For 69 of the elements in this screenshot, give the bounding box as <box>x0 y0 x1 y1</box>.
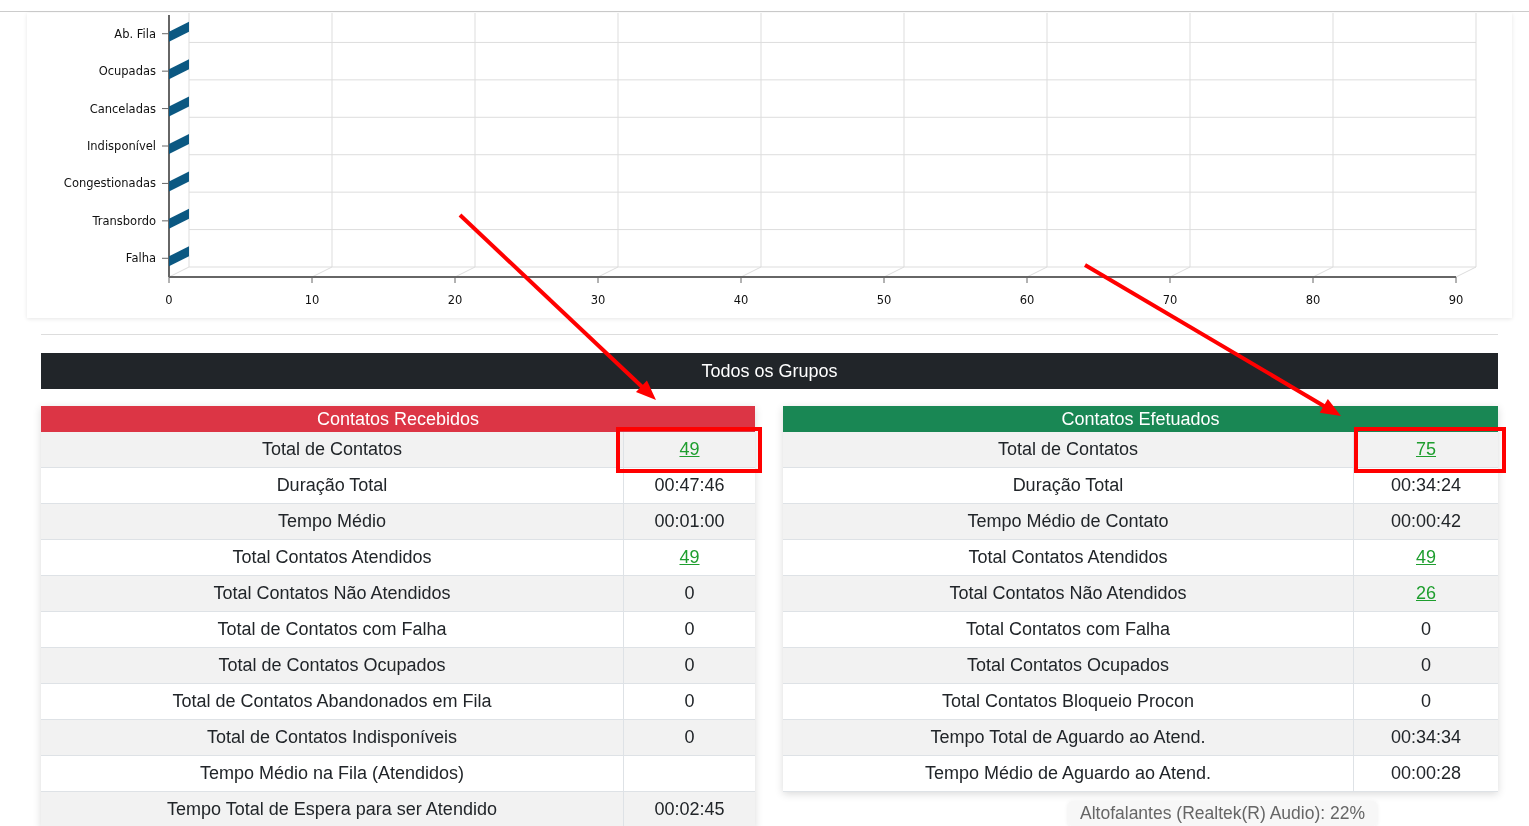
axis-label: Ab. Fila <box>114 26 156 41</box>
row-value: 00:00:28 <box>1390 763 1462 784</box>
row-label: Total Contatos Atendidos <box>968 547 1168 568</box>
tick-label: 70 <box>1162 293 1178 307</box>
section-header: Todos os Grupos <box>41 353 1498 389</box>
row-label: Total de Contatos <box>997 439 1139 460</box>
value-link[interactable]: 49 <box>679 439 700 460</box>
row-label: Tempo Médio de Aguardo ao Atend. <box>924 763 1212 784</box>
value-link[interactable]: 26 <box>1416 583 1436 604</box>
tick-label: 40 <box>733 293 749 307</box>
axis-label: Indisponível <box>86 139 156 153</box>
row-label: Total de Contatos com Falha <box>217 619 447 640</box>
bar <box>169 208 189 229</box>
bar <box>169 21 189 42</box>
tick-label: 90 <box>1448 293 1464 307</box>
row-label: Duração Total <box>1012 475 1124 496</box>
row-value: 00:01:00 <box>654 511 725 532</box>
bar <box>169 96 189 117</box>
tick-label: 0 <box>165 293 173 307</box>
bar <box>169 59 189 80</box>
table-header: Contatos Recebidos <box>41 406 755 432</box>
axis-label: Transbordo <box>92 213 156 228</box>
tick-label: 60 <box>1019 293 1035 307</box>
row-label: Total de Contatos <box>261 439 403 460</box>
row-label: Total de Contatos Abandonados em Fila <box>172 691 492 712</box>
bar <box>169 134 189 154</box>
axis-label: Congestionadas <box>63 176 156 191</box>
row-label: Total de Contatos Ocupados <box>218 655 446 676</box>
row-label: Total de Contatos Indisponíveis <box>206 727 458 748</box>
row-label: Duração Total <box>276 475 388 496</box>
tick-label: 30 <box>590 293 606 307</box>
row-label: Tempo Médio <box>277 511 387 532</box>
tick-label: 20 <box>447 293 463 307</box>
tooltip: Altofalantes (Realtek(R) Audio): 22% <box>1068 801 1377 826</box>
row-value: 0 <box>1421 655 1431 676</box>
row-value: 0 <box>684 727 695 748</box>
row-label: Tempo Médio de Contato <box>967 511 1169 532</box>
row-value: 0 <box>684 691 695 712</box>
tick-label: 10 <box>304 293 320 307</box>
row-label: Total Contatos Não Atendidos <box>949 583 1187 604</box>
row-value: 00:02:45 <box>654 799 725 820</box>
row-label: Total Contatos Atendidos <box>232 547 432 568</box>
row-value: 0 <box>1421 619 1431 640</box>
row-value: 00:34:34 <box>1390 727 1462 748</box>
row-value: 0 <box>684 583 695 604</box>
row-value: 00:47:46 <box>654 475 725 496</box>
row-label: Total Contatos Ocupados <box>966 655 1170 676</box>
row-label: Tempo Total de Espera para ser Atendido <box>167 799 497 820</box>
value-link[interactable]: 49 <box>679 547 700 568</box>
row-label: Total Contatos Bloqueio Procon <box>941 691 1195 712</box>
bar <box>169 246 189 267</box>
row-label: Tempo Total de Aguardo ao Atend. <box>930 727 1206 748</box>
row-value: 0 <box>684 619 695 640</box>
axis-label: Falha <box>125 251 156 266</box>
table-header: Contatos Efetuados <box>783 406 1498 432</box>
row-value: 00:00:42 <box>1390 511 1462 532</box>
axis-label: Canceladas <box>89 101 156 116</box>
row-label: Total Contatos Não Atendidos <box>213 583 451 604</box>
value-link[interactable]: 75 <box>1416 439 1436 460</box>
tick-label: 50 <box>876 293 892 307</box>
row-label: Total Contatos com Falha <box>965 619 1171 640</box>
row-value: 00:34:24 <box>1390 475 1462 496</box>
row-value: 0 <box>1421 691 1431 712</box>
row-label: Tempo Médio na Fila (Atendidos) <box>199 763 465 784</box>
tick-label: 80 <box>1305 293 1321 307</box>
bar <box>169 171 189 192</box>
axis-label: Ocupadas <box>98 64 156 79</box>
row-value: 0 <box>684 655 695 676</box>
value-link[interactable]: 49 <box>1416 547 1436 568</box>
